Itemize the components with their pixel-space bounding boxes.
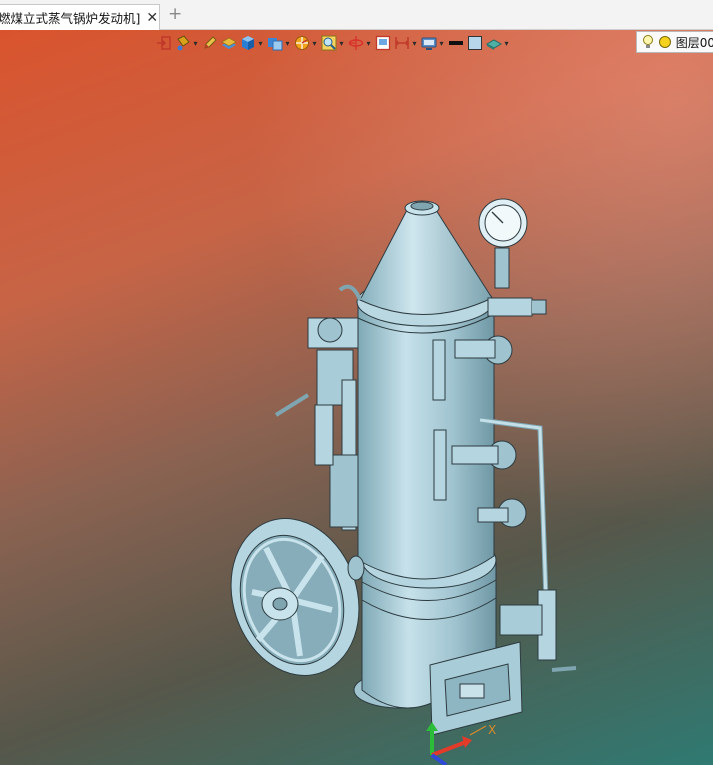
x-axis-label: X	[488, 723, 496, 737]
layer-stack-icon	[221, 35, 237, 51]
plane-icon	[485, 35, 503, 51]
sketch-button[interactable]	[202, 33, 218, 53]
layer-name: 图层00	[675, 35, 713, 50]
standard-views-button[interactable]: ▾	[267, 33, 291, 53]
line-weight-button[interactable]	[448, 33, 464, 53]
display-style-button[interactable]: ▾	[421, 33, 445, 53]
layer-selector[interactable]: 图层00	[636, 31, 713, 53]
solid-button[interactable]: ▾	[240, 33, 264, 53]
chevron-down-icon: ▾	[366, 38, 371, 48]
layers-button[interactable]	[221, 33, 237, 53]
chevron-down-icon: ▾	[504, 38, 509, 48]
document-tab-bar: 燃煤立式蒸气锅炉发动机] ✕ +	[0, 0, 713, 30]
exit-sketch-button[interactable]	[156, 33, 172, 53]
rotate-axis-icon	[348, 35, 364, 51]
color-swatch-icon	[467, 35, 483, 51]
plane-button[interactable]: ▾	[485, 33, 510, 53]
document-tab-title: 燃煤立式蒸气锅炉发动机]	[0, 11, 141, 26]
color-button[interactable]	[467, 33, 483, 53]
close-icon[interactable]: ✕	[146, 11, 158, 25]
chevron-down-icon: ▾	[285, 38, 290, 48]
document-tab[interactable]: 燃煤立式蒸气锅炉发动机] ✕	[0, 4, 160, 30]
chevron-down-icon: ▾	[312, 38, 317, 48]
add-tab-button[interactable]: +	[168, 6, 182, 23]
capture-button[interactable]	[375, 33, 391, 53]
view-cube-icon	[267, 35, 283, 51]
zoom-button[interactable]: ▾	[321, 33, 345, 53]
rotate-view-button[interactable]: ▾	[348, 33, 372, 53]
chevron-down-icon: ▾	[412, 38, 417, 48]
chevron-down-icon: ▾	[258, 38, 263, 48]
section-view-icon	[294, 35, 310, 51]
layer-color-icon	[658, 34, 672, 50]
measure-icon	[394, 35, 410, 51]
line-weight-icon	[448, 35, 464, 51]
view-toolbar: ▾ ▾ ▾ ▾ ▾ ▾ ▾ ▾ ▾	[156, 30, 713, 56]
chevron-down-icon: ▾	[193, 38, 198, 48]
appearance-button[interactable]: ▾	[175, 33, 199, 53]
cube-icon	[240, 35, 256, 51]
section-view-button[interactable]: ▾	[294, 33, 318, 53]
exit-sketch-icon	[156, 35, 172, 51]
zoom-fit-icon	[321, 35, 337, 51]
paint-bucket-icon	[175, 35, 191, 51]
boiler-engine-model[interactable]: X	[0, 30, 713, 765]
display-mode-icon	[421, 35, 437, 51]
measure-button[interactable]: ▾	[394, 33, 418, 53]
lightbulb-icon	[641, 34, 655, 50]
screenshot-icon	[375, 35, 391, 51]
chevron-down-icon: ▾	[339, 38, 344, 48]
chevron-down-icon: ▾	[439, 38, 444, 48]
pencil-icon	[202, 35, 218, 51]
